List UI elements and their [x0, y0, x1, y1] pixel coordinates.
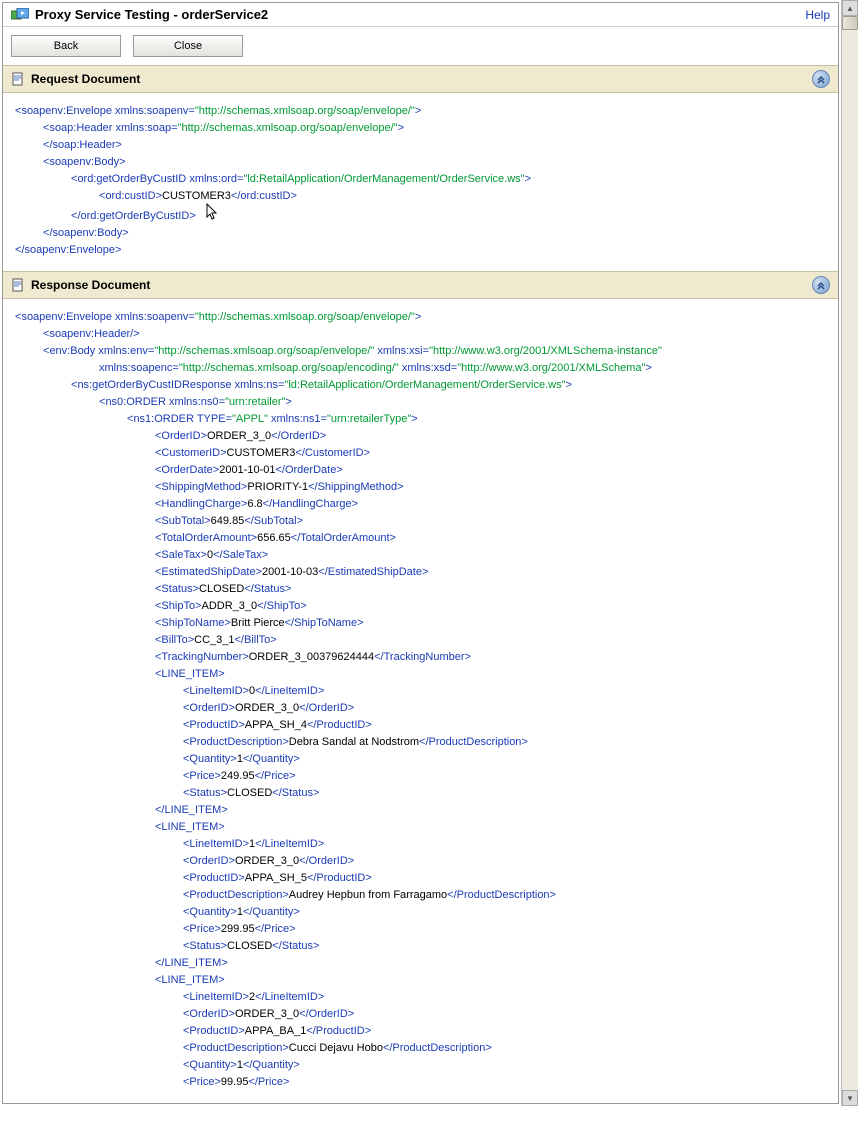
line-item-field-OrderID: <OrderID>ORDER_3_0</OrderID> [15, 853, 830, 870]
line-item-field-Quantity: <Quantity>1</Quantity> [15, 1057, 830, 1074]
scroll-thumb[interactable] [842, 16, 858, 30]
line-item-open: <LINE_ITEM> [15, 819, 830, 836]
line-item-field-Status: <Status>CLOSED</Status> [15, 938, 830, 955]
request-header: Request Document [3, 65, 838, 93]
scroll-up-arrow[interactable]: ▲ [842, 0, 858, 16]
line-item-field-Quantity: <Quantity>1</Quantity> [15, 751, 830, 768]
line-item-field-LineItemID: <LineItemID>1</LineItemID> [15, 836, 830, 853]
xml-field-ShipToName: <ShipToName>Britt Pierce</ShipToName> [15, 615, 830, 632]
line-item-open: <LINE_ITEM> [15, 666, 830, 683]
xml-field-TrackingNumber: <TrackingNumber>ORDER_3_00379624444</Tra… [15, 649, 830, 666]
vertical-scrollbar[interactable]: ▲ ▼ [841, 0, 858, 1106]
response-header: Response Document [3, 271, 838, 299]
help-link[interactable]: Help [805, 8, 830, 22]
line-item-field-OrderID: <OrderID>ORDER_3_0</OrderID> [15, 1006, 830, 1023]
main-panel: Proxy Service Testing - orderService2 He… [2, 2, 839, 1104]
line-item-close: </LINE_ITEM> [15, 955, 830, 972]
xml-field-SubTotal: <SubTotal>649.85</SubTotal> [15, 513, 830, 530]
xml-field-CustomerID: <CustomerID>CUSTOMER3</CustomerID> [15, 445, 830, 462]
line-item-field-ProductID: <ProductID>APPA_SH_4</ProductID> [15, 717, 830, 734]
back-button[interactable]: Back [11, 35, 121, 57]
close-button[interactable]: Close [133, 35, 243, 57]
line-item-field-Price: <Price>99.95</Price> [15, 1074, 830, 1091]
xml-field-ShippingMethod: <ShippingMethod>PRIORITY-1</ShippingMeth… [15, 479, 830, 496]
line-item-field-Price: <Price>249.95</Price> [15, 768, 830, 785]
xml-field-OrderDate: <OrderDate>2001-10-01</OrderDate> [15, 462, 830, 479]
scroll-down-arrow[interactable]: ▼ [842, 1090, 858, 1106]
page-title: Proxy Service Testing - orderService2 [35, 7, 268, 22]
line-item-field-Quantity: <Quantity>1</Quantity> [15, 904, 830, 921]
xml-field-EstimatedShipDate: <EstimatedShipDate>2001-10-03</Estimated… [15, 564, 830, 581]
collapse-button[interactable] [812, 70, 830, 88]
collapse-button[interactable] [812, 276, 830, 294]
xml-field-BillTo: <BillTo>CC_3_1</BillTo> [15, 632, 830, 649]
xml-field-Status: <Status>CLOSED</Status> [15, 581, 830, 598]
xml-field-ShipTo: <ShipTo>ADDR_3_0</ShipTo> [15, 598, 830, 615]
proxy-service-icon [11, 8, 29, 22]
xml-field-SaleTax: <SaleTax>0</SaleTax> [15, 547, 830, 564]
response-xml: <soapenv:Envelope xmlns:soapenv="http://… [3, 299, 838, 1103]
xml-field-TotalOrderAmount: <TotalOrderAmount>656.65</TotalOrderAmou… [15, 530, 830, 547]
response-title: Response Document [31, 278, 150, 292]
line-item-open: <LINE_ITEM> [15, 972, 830, 989]
mouse-cursor-icon [206, 205, 220, 219]
line-item-field-ProductDescription: <ProductDescription>Cucci Dejavu Hobo</P… [15, 1040, 830, 1057]
xml-field-OrderID: <OrderID>ORDER_3_0</OrderID> [15, 428, 830, 445]
title-bar: Proxy Service Testing - orderService2 He… [3, 3, 838, 27]
line-item-field-ProductID: <ProductID>APPA_BA_1</ProductID> [15, 1023, 830, 1040]
line-item-field-ProductID: <ProductID>APPA_SH_5</ProductID> [15, 870, 830, 887]
line-item-field-OrderID: <OrderID>ORDER_3_0</OrderID> [15, 700, 830, 717]
line-item-field-Status: <Status>CLOSED</Status> [15, 785, 830, 802]
line-item-field-LineItemID: <LineItemID>2</LineItemID> [15, 989, 830, 1006]
line-item-close: </LINE_ITEM> [15, 802, 830, 819]
xml-field-HandlingCharge: <HandlingCharge>6.8</HandlingCharge> [15, 496, 830, 513]
request-title: Request Document [31, 72, 140, 86]
line-item-field-ProductDescription: <ProductDescription>Audrey Hepbun from F… [15, 887, 830, 904]
line-item-field-ProductDescription: <ProductDescription>Debra Sandal at Nods… [15, 734, 830, 751]
line-item-field-LineItemID: <LineItemID>0</LineItemID> [15, 683, 830, 700]
request-xml: <soapenv:Envelope xmlns:soapenv="http://… [3, 93, 838, 271]
line-item-field-Price: <Price>299.95</Price> [15, 921, 830, 938]
button-row: Back Close [3, 27, 838, 65]
document-icon [11, 72, 25, 86]
document-icon [11, 278, 25, 292]
